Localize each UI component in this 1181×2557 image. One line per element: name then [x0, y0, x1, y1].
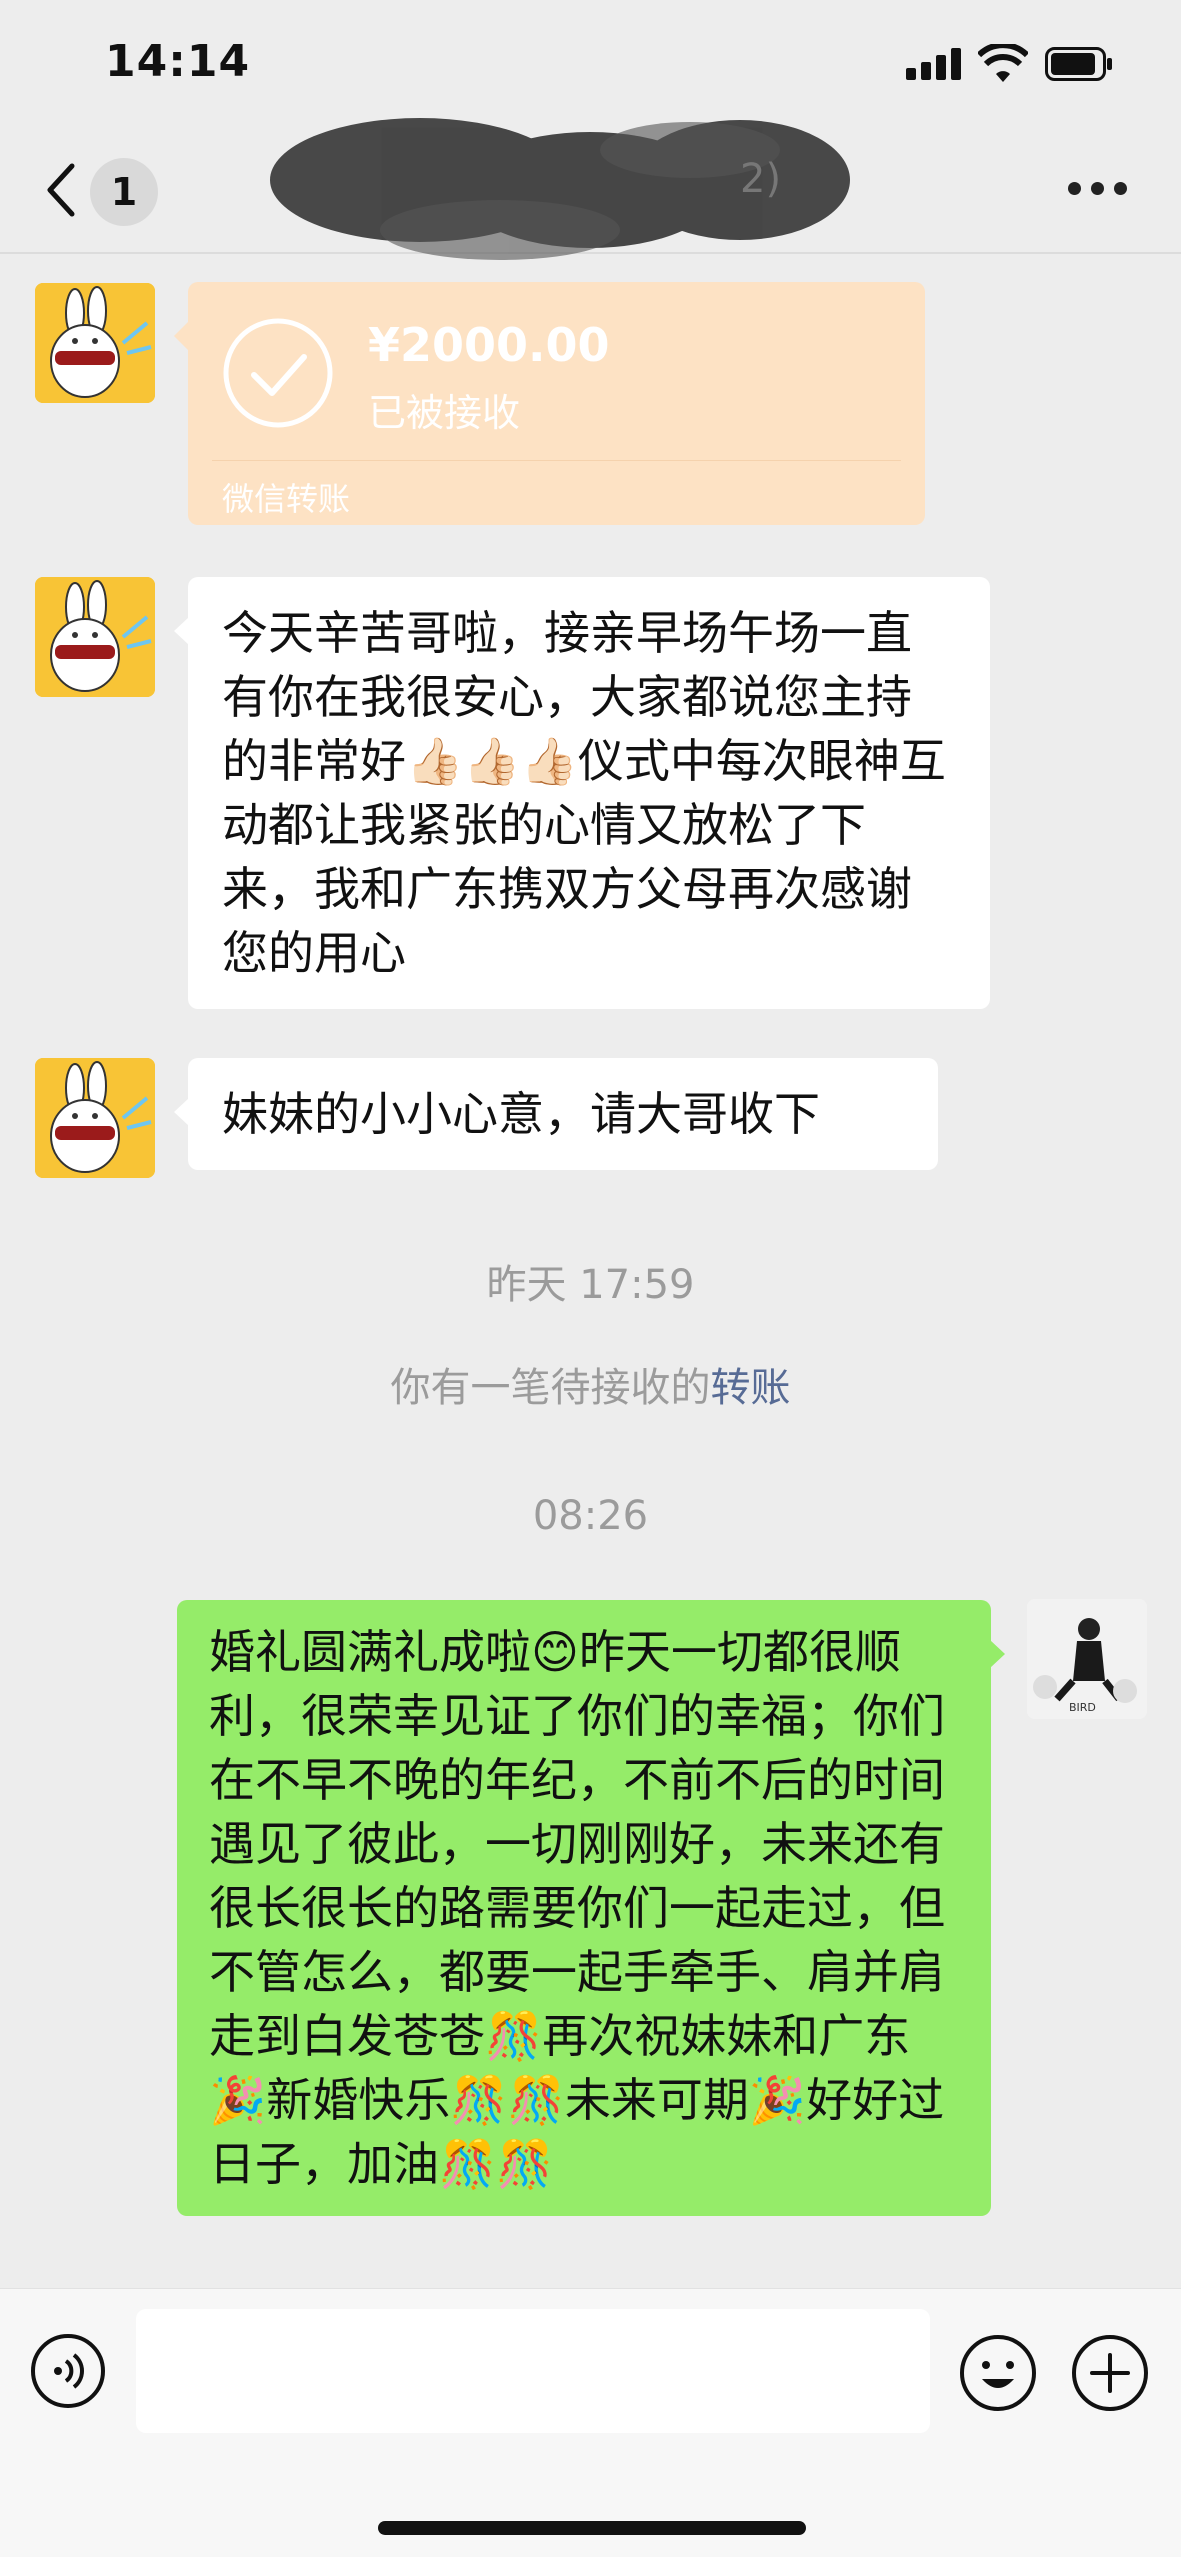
cellular-signal-icon: [906, 48, 962, 80]
outgoing-message-bubble[interactable]: 婚礼圆满礼成啦😊昨天一切都很顺利，很荣幸见证了你们的幸福；你们在不早不晚的年纪，…: [177, 1600, 1005, 2216]
person-photo-icon: BIRD: [1027, 1599, 1147, 1719]
unread-count-badge[interactable]: 1: [90, 158, 158, 226]
contact-avatar[interactable]: [35, 1058, 155, 1178]
more-dots-icon[interactable]: [1068, 182, 1128, 198]
wifi-icon: [978, 44, 1028, 82]
voice-icon[interactable]: [30, 2333, 106, 2409]
battery-icon: [1045, 47, 1112, 81]
transfer-link[interactable]: 转账: [711, 1365, 791, 1411]
transfer-card[interactable]: ¥2000.00 已被接收 微信转账: [174, 282, 925, 525]
input-bar: [0, 2288, 1181, 2557]
home-indicator: [378, 2521, 806, 2535]
pending-transfer-notice: 你有一笔待接收的转账: [0, 1355, 1181, 1413]
message-text: 今天辛苦哥啦，接亲早场午场一直有你在我很安心，大家都说您主持的非常好👍🏻👍🏻👍🏻…: [222, 606, 946, 980]
message-text: 婚礼圆满礼成啦😊昨天一切都很顺利，很荣幸见证了你们的幸福；你们在不早不晚的年纪，…: [209, 1625, 945, 2191]
rabbit-avatar-icon: [35, 1058, 155, 1178]
message-text: 妹妹的小小心意，请大哥收下: [222, 1087, 820, 1141]
rabbit-avatar-icon: [35, 283, 155, 403]
transfer-status: 已被接收: [368, 391, 521, 435]
plus-icon[interactable]: [1070, 2333, 1150, 2413]
message-input[interactable]: [136, 2309, 930, 2433]
timestamp: 08:26: [532, 1493, 649, 1539]
timestamp: 昨天 17:59: [486, 1262, 695, 1308]
incoming-message-bubble[interactable]: 今天辛苦哥啦，接亲早场午场一直有你在我很安心，大家都说您主持的非常好👍🏻👍🏻👍🏻…: [174, 577, 990, 1009]
chat-title: 2): [740, 156, 782, 202]
transfer-divider: [212, 460, 901, 461]
contact-avatar[interactable]: [35, 283, 155, 403]
rabbit-avatar-icon: [35, 577, 155, 697]
contact-avatar[interactable]: [35, 577, 155, 697]
avatar-logo-text: BIRD: [1069, 1701, 1096, 1714]
transfer-footer: 微信转账: [222, 480, 351, 518]
transfer-amount: ¥2000.00: [368, 318, 610, 372]
chevron-left-icon[interactable]: [38, 158, 86, 222]
notice-text: 你有一笔待接收的: [390, 1365, 711, 1411]
emoji-icon[interactable]: [958, 2333, 1038, 2413]
check-circle-icon: [223, 318, 333, 428]
incoming-message-bubble[interactable]: 妹妹的小小心意，请大哥收下: [174, 1058, 938, 1170]
status-time: 14:14: [105, 36, 251, 87]
self-avatar[interactable]: BIRD: [1027, 1599, 1147, 1719]
chat-header: 1 2): [0, 118, 1181, 260]
